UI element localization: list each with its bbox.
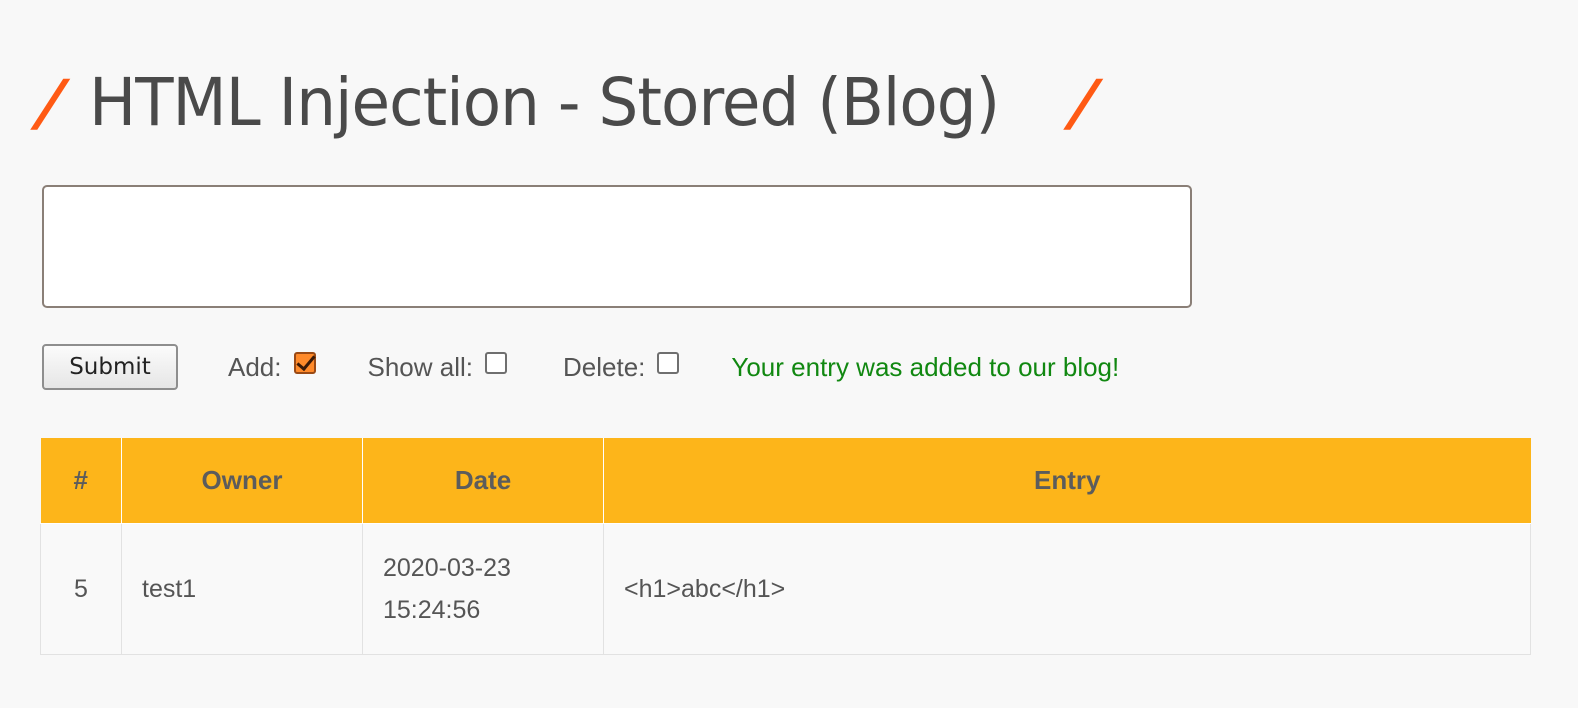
blog-table: # Owner Date Entry 5 test1 2020-03-23 15… xyxy=(40,438,1531,655)
blog-entry-textarea[interactable] xyxy=(42,185,1192,308)
add-checkbox[interactable] xyxy=(293,352,316,374)
page: / HTML Injection - Stored (Blog) / Submi… xyxy=(0,0,1578,708)
show-all-label: Show all: xyxy=(367,351,474,382)
status-message: Your entry was added to our blog! xyxy=(731,351,1120,382)
delete-label: Delete: xyxy=(563,351,646,382)
header-owner: Owner xyxy=(121,438,363,524)
header-id: # xyxy=(40,438,122,524)
cell-date-time: 15:24:56 xyxy=(383,596,481,624)
slash-decoration-right: / xyxy=(1067,66,1101,139)
slash-decoration-left: / xyxy=(34,66,68,139)
add-label: Add: xyxy=(228,351,282,382)
show-all-checkbox[interactable] xyxy=(485,352,507,374)
page-title: HTML Injection - Stored (Blog) xyxy=(88,64,1000,141)
cell-entry: <h1>abc</h1> xyxy=(603,523,1531,655)
cell-id: 5 xyxy=(40,523,122,655)
table-row: 5 test1 2020-03-23 15:24:56 <h1>abc</h1> xyxy=(40,523,1531,655)
header-entry: Entry xyxy=(603,438,1531,524)
cell-date-day: 2020-03-23 xyxy=(383,553,511,582)
cell-owner: test1 xyxy=(121,523,363,655)
cell-date: 2020-03-23 15:24:56 xyxy=(362,523,604,655)
header-date: Date xyxy=(362,438,604,524)
form-controls: Submit Add: Show all: Delete: Your entry… xyxy=(42,343,1119,391)
delete-checkbox[interactable] xyxy=(657,352,680,374)
title-row: / HTML Injection - Stored (Blog) / xyxy=(35,48,1101,158)
submit-button[interactable]: Submit xyxy=(42,344,178,390)
table-header-row: # Owner Date Entry xyxy=(40,438,1531,524)
